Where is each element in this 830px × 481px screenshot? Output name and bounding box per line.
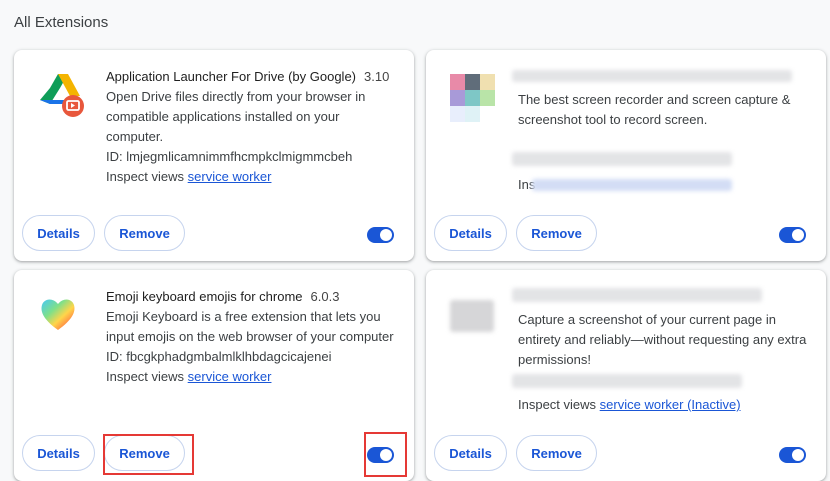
extension-description: Emoji Keyboard is a free extension that … <box>106 309 394 344</box>
details-button[interactable]: Details <box>22 435 95 471</box>
remove-button[interactable]: Remove <box>104 435 185 471</box>
blurred-extension-id <box>512 152 732 166</box>
enable-toggle[interactable] <box>779 447 806 463</box>
enable-toggle[interactable] <box>779 227 806 243</box>
enable-toggle[interactable] <box>367 227 394 243</box>
blurred-extension-id <box>512 374 742 388</box>
remove-button[interactable]: Remove <box>516 435 597 471</box>
extension-card-emoji-keyboard: Emoji keyboard emojis for chrome 6.0.3 Em… <box>14 270 414 481</box>
blurred-extension-icon <box>450 300 494 332</box>
blurred-extension-name <box>512 288 762 302</box>
rainbow-heart-icon <box>38 294 86 342</box>
details-button[interactable]: Details <box>434 215 507 251</box>
details-button[interactable]: Details <box>22 215 95 251</box>
service-worker-link[interactable]: service worker <box>188 169 272 184</box>
enable-toggle[interactable] <box>367 447 394 463</box>
service-worker-link[interactable]: service worker (Inactive) <box>600 397 741 412</box>
extension-description: The best screen recorder and screen capt… <box>518 92 791 127</box>
extension-id: ID: fbcgkphadgmbalmlklhbdagcicajenei <box>106 349 332 364</box>
extension-name: Emoji keyboard emojis for chrome <box>106 289 303 304</box>
extension-card-app-launcher: Application Launcher For Drive (by Googl… <box>14 50 414 261</box>
extension-card-screenshot-capture: Capture a screenshot of your current pag… <box>426 270 826 481</box>
section-title: All Extensions <box>14 14 109 31</box>
extension-description: Open Drive files directly from your brow… <box>106 89 366 144</box>
remove-button[interactable]: Remove <box>516 215 597 251</box>
extension-name: Application Launcher For Drive (by Googl… <box>106 69 357 84</box>
inspect-views-label: Inspect views <box>106 169 185 184</box>
google-drive-launcher-icon <box>38 70 86 118</box>
details-button[interactable]: Details <box>434 435 507 471</box>
blurred-extension-icon <box>450 74 498 122</box>
service-worker-link[interactable]: service worker <box>188 369 272 384</box>
inspect-views-label: Inspect views <box>518 397 597 412</box>
blurred-extension-name <box>512 70 792 82</box>
extension-id: ID: lmjegmlicamnimmfhcmpkclmigmmcbeh <box>106 149 353 164</box>
blurred-inspect-link <box>532 179 732 191</box>
extension-description: Capture a screenshot of your current pag… <box>518 312 807 367</box>
extension-version: 3.10 <box>364 69 390 84</box>
extension-version: 6.0.3 <box>310 289 340 304</box>
inspect-views-label: Inspect views <box>106 369 185 384</box>
remove-button[interactable]: Remove <box>104 215 185 251</box>
extension-card-screen-recorder: The best screen recorder and screen capt… <box>426 50 826 261</box>
